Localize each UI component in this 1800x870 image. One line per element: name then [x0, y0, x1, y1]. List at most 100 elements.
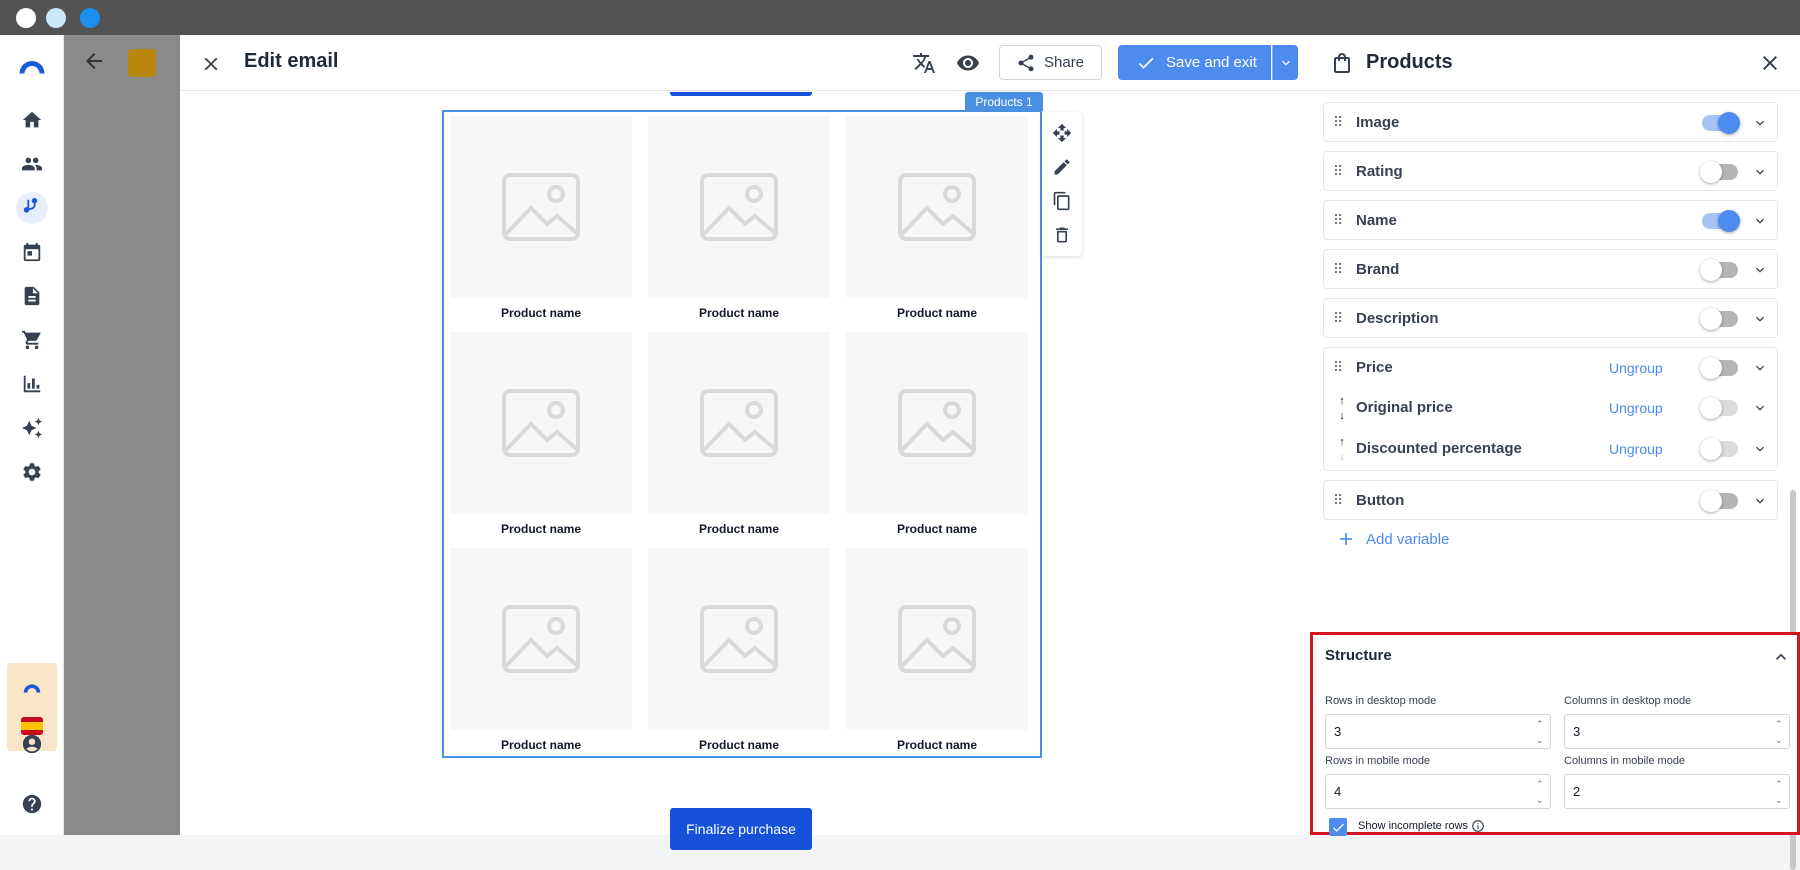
product-card[interactable]: Product name	[846, 548, 1028, 764]
chevron-down-icon[interactable]	[1752, 164, 1768, 180]
account-icon[interactable]	[16, 728, 48, 760]
chart-icon[interactable]	[16, 368, 48, 400]
product-card[interactable]: Product name	[450, 548, 632, 764]
property-row-price[interactable]: Price Ungroup	[1324, 348, 1777, 388]
drag-handle-icon[interactable]	[1334, 115, 1342, 129]
show-incomplete-rows-checkbox[interactable]	[1329, 818, 1347, 836]
document-icon[interactable]	[16, 280, 48, 312]
property-row-description[interactable]: Description	[1323, 298, 1778, 338]
product-card[interactable]: Product name	[846, 332, 1028, 548]
columns-desktop-value: 3	[1573, 724, 1581, 739]
product-card[interactable]: Product name	[450, 332, 632, 548]
ungroup-link[interactable]: Ungroup	[1609, 360, 1663, 376]
chevron-down-icon[interactable]	[1752, 311, 1768, 327]
plus-icon	[1340, 533, 1352, 545]
editor-title: Edit email	[244, 50, 339, 72]
property-row-brand[interactable]: Brand	[1323, 249, 1778, 289]
flows-icon[interactable]	[16, 192, 48, 224]
rows-mobile-input[interactable]: 4 ⌃ ⌄	[1325, 774, 1551, 809]
duplicate-icon[interactable]	[1051, 190, 1073, 212]
stepper-icon[interactable]: ⌃ ⌄	[1775, 719, 1785, 745]
stepper-icon[interactable]: ⌃ ⌄	[1536, 719, 1546, 745]
contacts-icon[interactable]	[16, 148, 48, 180]
close-panel-icon[interactable]	[1758, 51, 1782, 75]
property-row-discounted-percentage[interactable]: ↑ ↓ Discounted percentage Ungroup	[1324, 429, 1777, 470]
delete-icon[interactable]	[1051, 224, 1073, 246]
sparkle-icon[interactable]	[16, 412, 48, 444]
property-row-original-price[interactable]: ↑ ↓ Original price Ungroup	[1324, 388, 1777, 429]
drag-handle-icon[interactable]	[1334, 311, 1342, 325]
product-card[interactable]: Product name	[450, 116, 632, 332]
drag-handle-icon[interactable]	[1334, 360, 1342, 374]
stepper-icon[interactable]: ⌃ ⌄	[1536, 779, 1546, 805]
name-toggle[interactable]	[1702, 210, 1740, 232]
reorder-arrows-icon[interactable]: ↑ ↓	[1338, 396, 1346, 422]
property-label: Button	[1356, 492, 1405, 509]
calendar-icon[interactable]	[16, 236, 48, 268]
image-toggle[interactable]	[1702, 112, 1740, 134]
preview-eye-icon[interactable]	[955, 50, 981, 76]
email-canvas: Products 1 Product name Product name Produ…	[180, 92, 1310, 850]
product-name: Product name	[698, 306, 779, 320]
drag-handle-icon[interactable]	[1334, 164, 1342, 178]
cart-icon[interactable]	[16, 324, 48, 356]
chevron-down-icon[interactable]	[1752, 493, 1768, 509]
brand-toggle[interactable]	[1700, 259, 1738, 281]
ungroup-link[interactable]: Ungroup	[1609, 400, 1663, 416]
chevron-down-icon[interactable]	[1752, 115, 1768, 131]
price-toggle[interactable]	[1700, 357, 1738, 379]
chevron-down-icon[interactable]	[1752, 213, 1768, 229]
chevron-down-icon[interactable]	[1752, 441, 1768, 457]
previous-button-edge[interactable]	[670, 92, 812, 96]
chevron-down-icon[interactable]	[1752, 262, 1768, 278]
columns-mobile-input[interactable]: 2 ⌃ ⌄	[1564, 774, 1790, 809]
chevron-up-icon[interactable]	[1771, 647, 1791, 667]
home-icon[interactable]	[16, 104, 48, 136]
check-icon	[1138, 57, 1154, 69]
edit-pencil-icon[interactable]	[1051, 156, 1073, 178]
translate-icon[interactable]	[911, 50, 937, 76]
logo-icon[interactable]	[16, 50, 48, 82]
share-button[interactable]: Share	[999, 45, 1102, 80]
property-label: Brand	[1356, 261, 1400, 278]
products-properties-panel: Products Image Rating Name Brand Descrip…	[1310, 35, 1800, 870]
minimize-dot[interactable]	[46, 8, 66, 28]
product-name: Product name	[896, 522, 977, 536]
description-toggle[interactable]	[1700, 308, 1738, 330]
settings-icon[interactable]	[16, 456, 48, 488]
save-and-exit-button[interactable]: Save and exit	[1118, 45, 1271, 80]
close-dot[interactable]	[16, 8, 36, 28]
property-row-button[interactable]: Button	[1323, 480, 1778, 520]
add-variable-button[interactable]: Add variable	[1336, 529, 1449, 549]
save-options-dropdown[interactable]	[1272, 45, 1298, 80]
property-row-image[interactable]: Image	[1323, 102, 1778, 142]
chevron-down-icon[interactable]	[1752, 400, 1768, 416]
rating-toggle[interactable]	[1700, 161, 1738, 183]
drag-handle-icon[interactable]	[1334, 262, 1342, 276]
ungroup-link[interactable]: Ungroup	[1609, 441, 1663, 457]
product-card[interactable]: Product name	[648, 332, 830, 548]
product-card[interactable]: Product name	[648, 548, 830, 764]
property-row-rating[interactable]: Rating	[1323, 151, 1778, 191]
stepper-icon[interactable]: ⌃ ⌄	[1775, 779, 1785, 805]
product-card[interactable]: Product name	[648, 116, 830, 332]
drag-handle-icon[interactable]	[1334, 493, 1342, 507]
product-card[interactable]: Product name	[846, 116, 1028, 332]
rows-desktop-input[interactable]: 3 ⌃ ⌄	[1325, 714, 1551, 749]
button-toggle[interactable]	[1700, 490, 1738, 512]
reorder-arrows-icon[interactable]: ↑ ↓	[1338, 437, 1346, 463]
discounted-percentage-toggle[interactable]	[1700, 438, 1738, 460]
close-editor-icon[interactable]	[198, 51, 224, 77]
app-navigation-rail	[0, 35, 64, 835]
finalize-purchase-button[interactable]: Finalize purchase	[670, 808, 812, 850]
chevron-down-icon[interactable]	[1752, 360, 1768, 376]
maximize-dot[interactable]	[80, 8, 100, 28]
original-price-toggle[interactable]	[1700, 397, 1738, 419]
products-block[interactable]: Product name Product name Product name Prod…	[442, 110, 1042, 758]
move-icon[interactable]	[1051, 122, 1073, 144]
columns-desktop-input[interactable]: 3 ⌃ ⌄	[1564, 714, 1790, 749]
property-row-name[interactable]: Name	[1323, 200, 1778, 240]
drag-handle-icon[interactable]	[1334, 213, 1342, 227]
help-icon[interactable]	[16, 788, 48, 820]
info-icon[interactable]	[1471, 819, 1485, 833]
